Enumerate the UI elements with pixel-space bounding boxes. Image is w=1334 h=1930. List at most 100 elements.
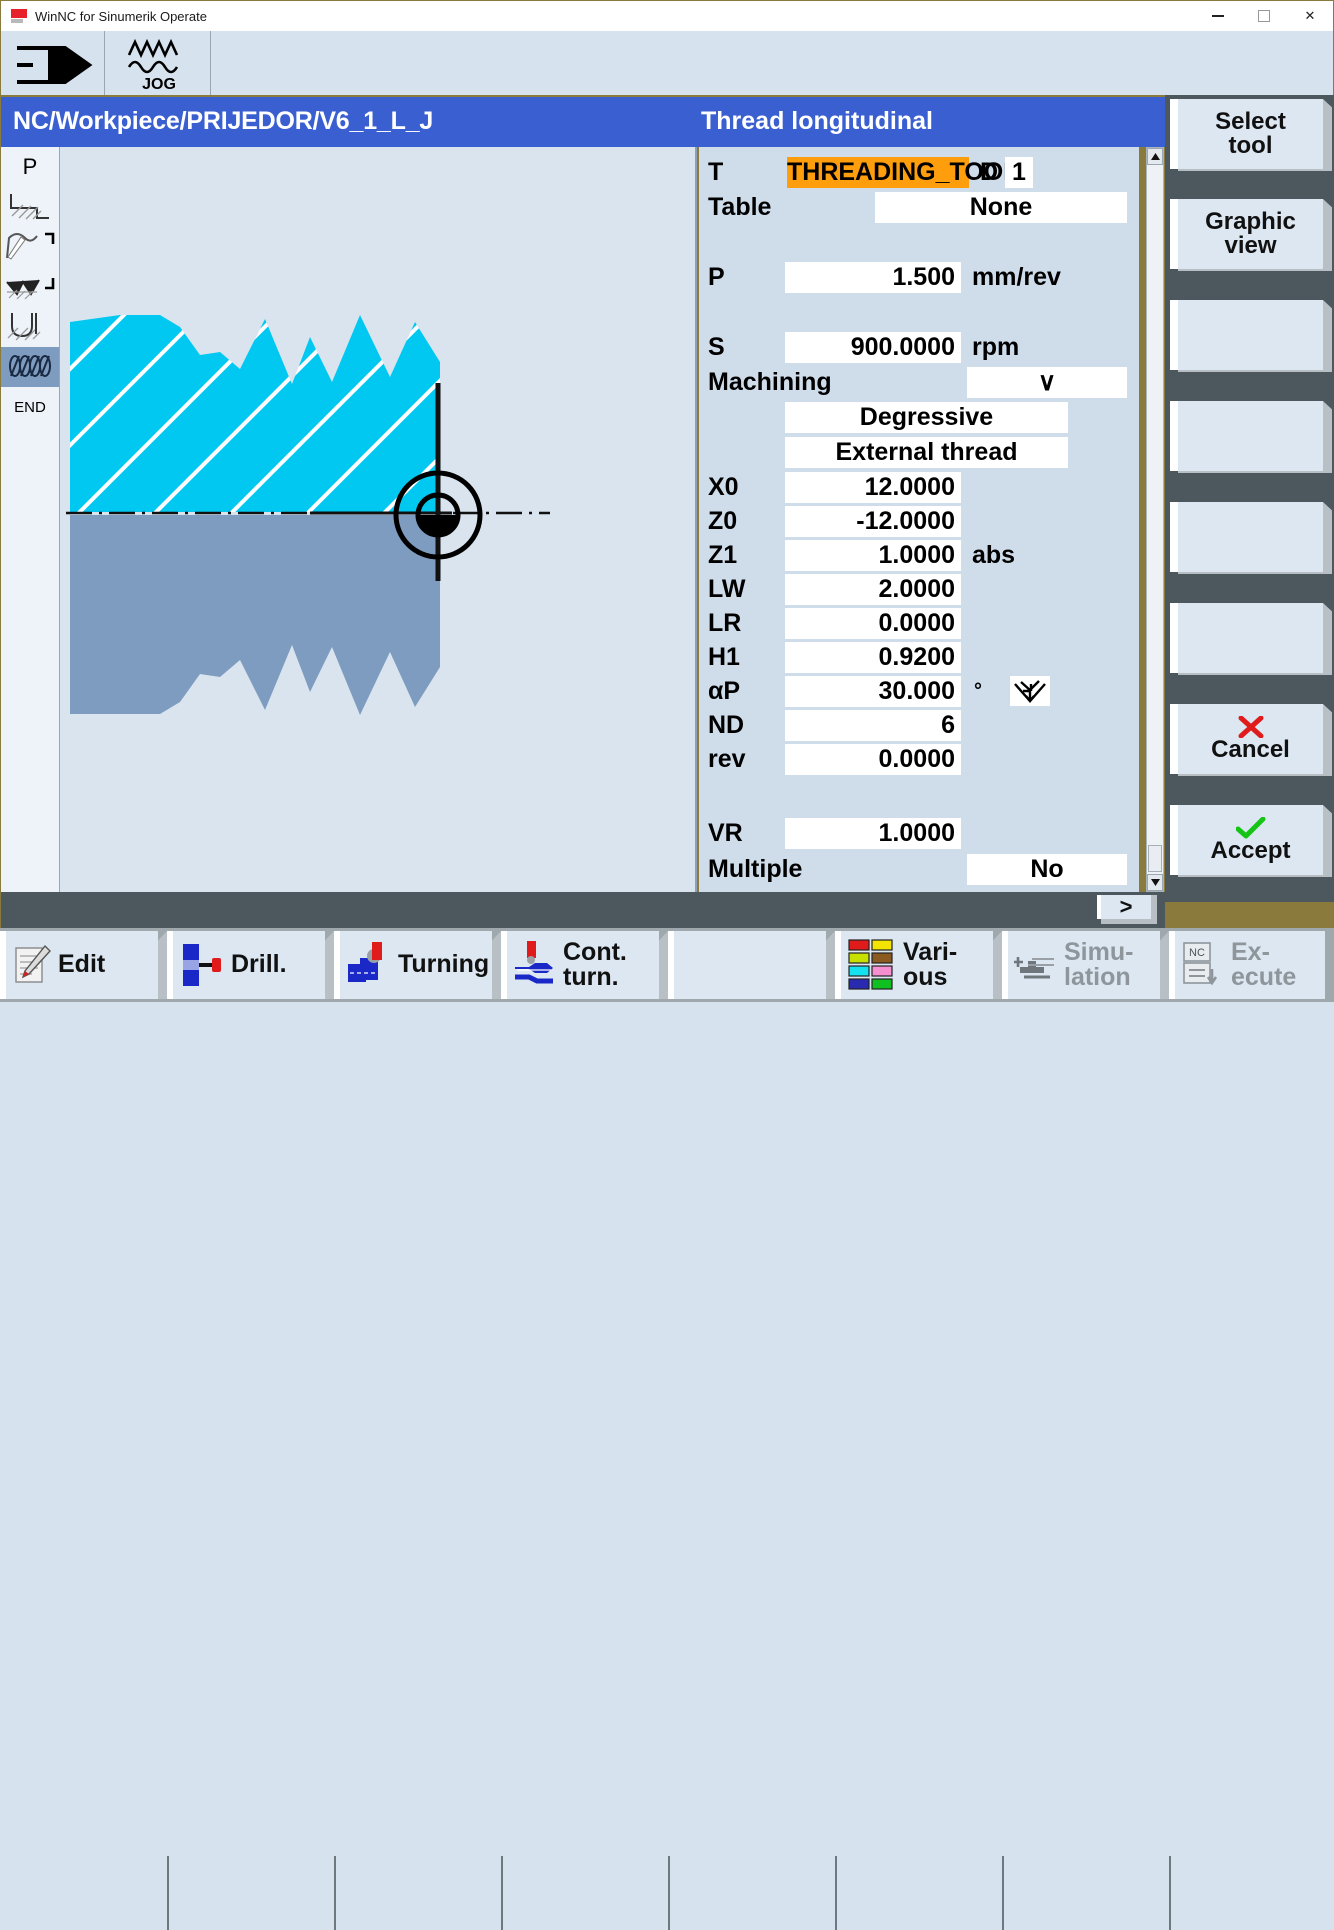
infeed-direction-button[interactable] (1010, 676, 1050, 706)
vr-row: VR 1.0000 (699, 817, 1139, 849)
green-check-icon (1235, 816, 1265, 839)
nc-execute-icon: NC (1183, 942, 1218, 986)
lw-label: LW (708, 574, 746, 603)
thread-type-value: External thread (835, 437, 1018, 466)
program-step-sidebar: P END (1, 147, 60, 892)
softkey-execute[interactable]: NC Ex- ecute (1169, 928, 1334, 1002)
machining-field[interactable]: ∨ (967, 366, 1127, 398)
tool-name-field[interactable]: THREADING_TOOL (787, 156, 1019, 188)
toolbar-empty (211, 31, 1333, 95)
horizontal-softkey-bar: Edit Drill. Turning Cont. turn. Vari- ou… (0, 928, 1334, 1930)
sidebar-item-groove[interactable] (1, 267, 59, 307)
close-icon: ✕ (1304, 8, 1316, 23)
scroll-down-button[interactable] (1147, 874, 1163, 891)
expand-softkey[interactable]: > (1097, 894, 1157, 925)
status-bar (1, 892, 1165, 928)
multiple-field[interactable]: No (967, 853, 1127, 885)
mode-toolbar: JOG (1, 31, 1333, 95)
scroll-up-icon (1150, 153, 1160, 160)
lr-field[interactable]: 0.0000 (785, 607, 961, 639)
tool-label: T (708, 157, 724, 186)
vr-field[interactable]: 1.0000 (785, 817, 961, 849)
softkey-graphic-view[interactable]: Graphic view (1170, 199, 1332, 281)
z0-label: Z0 (708, 506, 738, 535)
softkey-empty-5[interactable] (1170, 502, 1332, 584)
softkey-empty-6[interactable] (1170, 603, 1332, 685)
softkey-select-tool[interactable]: Select tool (1170, 99, 1332, 181)
machining-row: Machining ∨ (699, 366, 1139, 398)
sidebar-item-undercut[interactable] (1, 307, 59, 347)
softkey-select-tool-line1: Select (1215, 107, 1286, 135)
infeed-mode-row: Degressive (699, 401, 1139, 433)
simulation-icon (1014, 957, 1054, 979)
form-scrollbar[interactable] (1146, 147, 1164, 892)
softkey-cont-turning-line1: Cont. (563, 937, 627, 966)
table-field[interactable]: None (875, 191, 1127, 223)
jog-mode-button[interactable]: JOG (105, 31, 211, 95)
nd-field[interactable]: 6 (785, 709, 961, 741)
minimize-button[interactable] (1195, 1, 1241, 31)
color-grid-icon (848, 939, 893, 990)
tool-d-value: 1 (1012, 157, 1026, 186)
softkey-turning[interactable]: Turning (334, 928, 502, 1002)
softkey-empty-bottom[interactable] (668, 928, 836, 1002)
z1-field[interactable]: 1.0000 (785, 539, 961, 571)
h1-field[interactable]: 0.9200 (785, 641, 961, 673)
z0-row: Z0 -12.0000 (699, 505, 1139, 537)
softkey-cont-turning[interactable]: Cont. turn. (501, 928, 669, 1002)
sidebar-p-label: P (22, 154, 38, 179)
softkey-simulation[interactable]: Simu- lation (1002, 928, 1170, 1002)
rev-value: 0.0000 (878, 744, 955, 773)
softkey-edit[interactable]: Edit (0, 928, 168, 1002)
spindle-label: S (708, 332, 725, 361)
softkey-various[interactable]: Vari- ous (835, 928, 1003, 1002)
softkey-execute-line2: ecute (1231, 963, 1297, 991)
infeed-direction-icon (1014, 680, 1046, 703)
sidebar-item-thread[interactable] (1, 347, 59, 387)
sidebar-header-p: P (1, 147, 59, 187)
softkey-empty-4[interactable] (1170, 401, 1332, 483)
sidebar-item-end[interactable]: END (1, 387, 59, 427)
multiple-value: No (1030, 854, 1064, 883)
x0-field[interactable]: 12.0000 (785, 471, 961, 503)
thread-type-field[interactable]: External thread (785, 436, 1068, 468)
z1-label: Z1 (708, 540, 738, 569)
rev-row: rev 0.0000 (699, 743, 1139, 775)
pitch-label: P (708, 262, 725, 291)
maximize-button[interactable] (1241, 1, 1287, 31)
softkey-accept[interactable]: Accept (1170, 805, 1332, 887)
lw-field[interactable]: 2.0000 (785, 573, 961, 605)
alpha-p-field[interactable]: 30.000 (785, 675, 961, 707)
title-bar: WinNC for Sinumerik Operate ✕ (1, 1, 1333, 31)
sidebar-item-contour[interactable] (1, 227, 59, 267)
rev-field[interactable]: 0.0000 (785, 743, 961, 775)
vertical-softkey-bar: Select tool Graphic view Cancel Accept (1165, 95, 1334, 902)
tool-row: T THREADING_TOOL D 1 (699, 156, 1139, 188)
softkey-drilling[interactable]: Drill. (167, 928, 335, 1002)
softkey-cancel[interactable]: Cancel (1170, 704, 1332, 786)
softkey-edit-label: Edit (58, 950, 106, 979)
drill-icon (183, 944, 221, 986)
machine-mode-button[interactable] (1, 31, 105, 95)
close-button[interactable]: ✕ (1287, 1, 1333, 31)
multiple-row: Multiple No (699, 853, 1139, 885)
pitch-field[interactable]: 1.500 (785, 261, 961, 293)
sidebar-item-blank-stock[interactable] (1, 187, 59, 227)
infeed-mode-field[interactable]: Degressive (785, 401, 1068, 433)
scrollbar-thumb[interactable] (1148, 845, 1162, 872)
machine-arrow-icon (17, 46, 93, 84)
machining-label: Machining (708, 367, 832, 396)
scroll-up-button[interactable] (1147, 148, 1163, 165)
tool-d-field[interactable]: 1 (1005, 156, 1033, 188)
z1-unit: abs (972, 540, 1016, 569)
spindle-field[interactable]: 900.0000 (785, 331, 961, 363)
nd-label: ND (708, 710, 745, 739)
softkey-simulation-line1: Simu- (1064, 937, 1134, 966)
scroll-down-icon (1150, 879, 1160, 886)
z1-row: Z1 1.0000 abs (699, 539, 1139, 571)
edit-pencil-icon (15, 944, 51, 983)
softkey-execute-line1: Ex- (1231, 937, 1270, 966)
z0-field[interactable]: -12.0000 (785, 505, 961, 537)
softkey-empty-3[interactable] (1170, 300, 1332, 382)
spindle-unit: rpm (972, 332, 1020, 361)
